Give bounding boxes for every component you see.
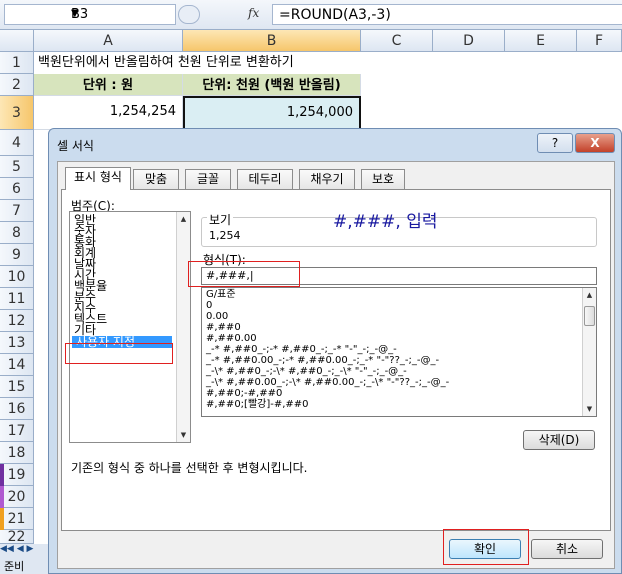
status-text: 준비: [0, 558, 50, 574]
row-header[interactable]: 20: [0, 486, 34, 508]
sheet-nav-next-icon[interactable]: ▶: [27, 544, 34, 554]
help-button[interactable]: ?: [537, 133, 573, 153]
row-header[interactable]: 8: [0, 222, 34, 244]
row-header[interactable]: 3: [0, 96, 34, 130]
preview-label: 보기: [207, 211, 234, 228]
row-color-marker: [0, 508, 4, 530]
highlight-box-type: [188, 261, 300, 287]
row-header[interactable]: 19: [0, 464, 34, 486]
row-header[interactable]: 12: [0, 310, 34, 332]
chevron-down-icon[interactable]: ▼: [71, 8, 171, 19]
row-header[interactable]: 22: [0, 530, 34, 544]
row-header[interactable]: 7: [0, 200, 34, 222]
formula-expand-handle[interactable]: [178, 5, 200, 24]
tab-number[interactable]: 표시 형식: [65, 167, 131, 190]
list-item[interactable]: _-* #,##0_-;-* #,##0_-;_-* "-"_-;_-@_-: [206, 345, 397, 355]
row-color-marker: [0, 486, 4, 508]
highlight-box-category: [65, 343, 173, 364]
formula-bar: B3 ▼ fx =ROUND(A3,-3): [0, 0, 622, 30]
scroll-up-icon[interactable]: ▲: [177, 212, 190, 226]
row-header[interactable]: 9: [0, 244, 34, 266]
col-header-a[interactable]: A: [34, 30, 183, 52]
list-item[interactable]: #,##0;[빨강]-#,##0: [206, 400, 309, 410]
scroll-up-icon[interactable]: ▲: [583, 288, 596, 302]
col-header-e[interactable]: E: [505, 30, 577, 52]
cell-a2[interactable]: 단위 : 원: [34, 74, 183, 96]
row-color-marker: [0, 464, 4, 486]
close-button[interactable]: X: [575, 133, 615, 153]
annotation-text: #,###, 입력: [333, 212, 438, 232]
category-scrollbar[interactable]: ▲ ▼: [176, 212, 190, 442]
format-cells-dialog: 셀 서식 ? X 표시 형식 맞춤 글꼴 테두리 채우기 보호 범주(C): 일…: [48, 128, 622, 574]
list-item[interactable]: 0.00: [206, 312, 228, 322]
list-item[interactable]: G/표준: [206, 290, 236, 300]
scroll-down-icon[interactable]: ▼: [177, 428, 190, 442]
formula-input[interactable]: =ROUND(A3,-3): [272, 4, 622, 25]
row-header[interactable]: 18: [0, 442, 34, 464]
format-list[interactable]: G/표준 0 0.00 #,##0 #,##0.00 _-* #,##0_-;-…: [201, 287, 597, 417]
cancel-button[interactable]: 취소: [531, 539, 603, 559]
list-item[interactable]: #,##0;-#,##0: [206, 389, 282, 399]
format-scrollbar[interactable]: ▲ ▼: [582, 288, 596, 416]
scroll-down-icon[interactable]: ▼: [583, 402, 596, 416]
formula-text: =ROUND(A3,-3): [279, 7, 391, 23]
tab-alignment[interactable]: 맞춤: [133, 169, 179, 189]
cell-a3[interactable]: 1,254,254: [34, 96, 183, 130]
row-header[interactable]: 1: [0, 52, 34, 74]
list-item[interactable]: #,##0.00: [206, 334, 257, 344]
dialog-title: 셀 서식: [57, 139, 94, 153]
select-all-corner[interactable]: [0, 30, 34, 52]
cell-a1[interactable]: 백원단위에서 반올림하여 천원 단위로 변환하기: [38, 52, 294, 74]
insert-function-icon[interactable]: fx: [248, 6, 259, 20]
cell-b2[interactable]: 단위: 천원 (백원 반올림): [183, 74, 361, 96]
row-header[interactable]: 13: [0, 332, 34, 354]
description-text: 기존의 형식 중 하나를 선택한 후 변형시킵니다.: [71, 461, 308, 475]
category-list[interactable]: 일반 숫자 통화 회계 날짜 시간 백분율 분수 지수 텍스트 기타 사용자 지…: [69, 211, 191, 443]
tab-fill[interactable]: 채우기: [299, 169, 355, 189]
row-header[interactable]: 14: [0, 354, 34, 376]
row-header[interactable]: 21: [0, 508, 34, 530]
scroll-thumb[interactable]: [584, 306, 595, 326]
row-header[interactable]: 10: [0, 266, 34, 288]
col-header-f[interactable]: F: [577, 30, 622, 52]
formula-controls: fx: [178, 4, 272, 25]
row-header[interactable]: 6: [0, 178, 34, 200]
list-item[interactable]: #,##0: [206, 323, 241, 333]
row-header[interactable]: 2: [0, 74, 34, 96]
preview-value: 1,254: [209, 229, 241, 242]
list-item[interactable]: _-\* #,##0.00_-;-\* #,##0.00_-;_-\* "-"?…: [206, 378, 449, 388]
sheet-nav-buttons[interactable]: ◀◀ ◀ ▶: [0, 544, 50, 558]
delete-button[interactable]: 삭제(D): [523, 430, 595, 450]
sheet-nav-first-icon[interactable]: ◀◀: [0, 544, 14, 554]
tab-font[interactable]: 글꼴: [185, 169, 231, 189]
list-item[interactable]: _-* #,##0.00_-;-* #,##0.00_-;_-* "-"??_-…: [206, 356, 439, 366]
cell-b3[interactable]: 1,254,000: [183, 96, 361, 130]
col-header-c[interactable]: C: [361, 30, 433, 52]
list-item[interactable]: _-\* #,##0_-;-\* #,##0_-;_-\* "-"_-;_-@_…: [206, 367, 407, 377]
highlight-box-ok: [443, 529, 529, 565]
row-header[interactable]: 4: [0, 130, 34, 156]
sheet-nav-prev-icon[interactable]: ◀: [17, 544, 24, 554]
row-header[interactable]: 17: [0, 420, 34, 442]
tab-protection[interactable]: 보호: [361, 169, 405, 189]
row-header[interactable]: 11: [0, 288, 34, 310]
row-header[interactable]: 5: [0, 156, 34, 178]
name-box[interactable]: B3 ▼: [4, 4, 176, 25]
col-header-d[interactable]: D: [433, 30, 505, 52]
col-header-b[interactable]: B: [183, 30, 361, 52]
row-header[interactable]: 16: [0, 398, 34, 420]
row-header[interactable]: 15: [0, 376, 34, 398]
list-item[interactable]: 0: [206, 301, 212, 311]
tab-border[interactable]: 테두리: [237, 169, 293, 189]
